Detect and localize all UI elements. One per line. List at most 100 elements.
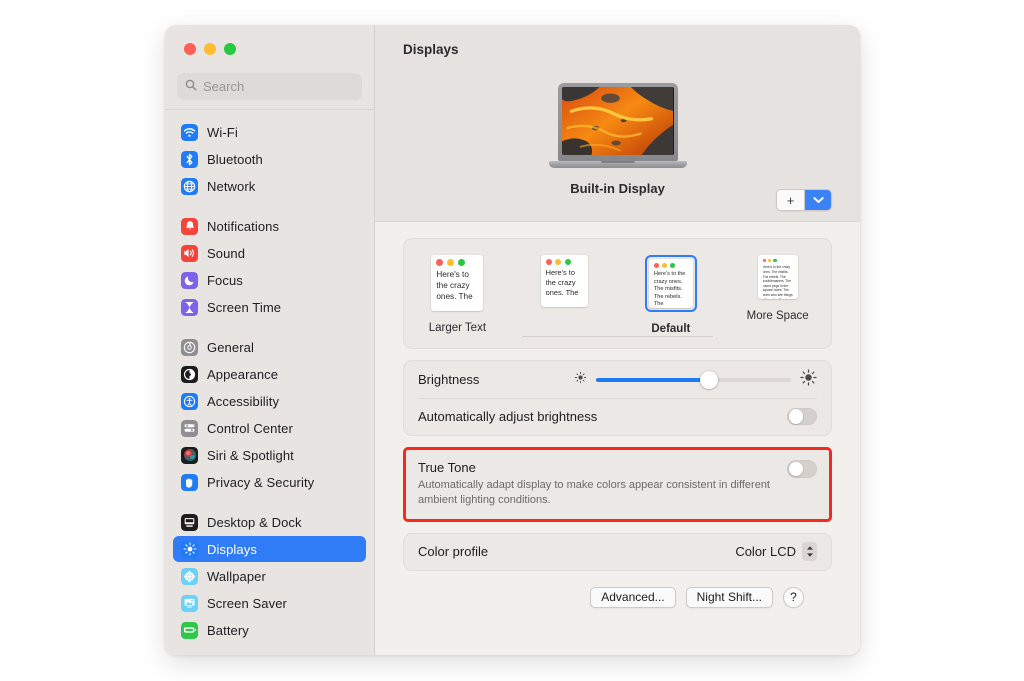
sidebar-item-siri-spotlight[interactable]: Siri & Spotlight: [173, 442, 366, 468]
wallpaper-flower-icon: [181, 567, 198, 585]
sidebar-item-network[interactable]: Network: [173, 173, 366, 199]
wifi-icon: [181, 123, 198, 141]
sidebar-item-label: General: [207, 339, 254, 355]
preview-line: The rebels.: [653, 293, 682, 300]
preview-line: the crazy: [545, 278, 576, 287]
add-display-segmented-control[interactable]: +: [776, 189, 832, 211]
sidebar-item-label: Wallpaper: [207, 568, 266, 584]
night-shift-button[interactable]: Night Shift...: [685, 586, 773, 608]
sidebar-item-label: Wi-Fi: [207, 124, 238, 140]
sidebar-item-label: Bluetooth: [207, 151, 263, 167]
sidebar-item-label: Network: [207, 178, 256, 194]
siri-orb-icon: [181, 446, 198, 464]
brightness-slider-fill: [596, 377, 710, 382]
sidebar-group-1: Notifications Sound Focus Screen Time: [173, 213, 366, 320]
sidebar-item-general[interactable]: General: [173, 334, 366, 360]
sidebar-item-label: Siri & Spotlight: [207, 447, 294, 463]
sidebar-item-focus[interactable]: Focus: [173, 267, 366, 293]
resolution-option-unlabeled-1[interactable]: Here's to the crazy ones. The: [518, 255, 610, 318]
true-tone-description: Automatically adapt display to make colo…: [418, 479, 770, 506]
preview-line: Here's to the: [653, 271, 686, 277]
display-header: Displays Built-in Display +: [375, 25, 860, 222]
preview-dot: [458, 259, 466, 266]
sidebar-item-desktop-dock[interactable]: Desktop & Dock: [173, 509, 366, 535]
resolution-preview-text: Here's to the crazy ones. The misfits. The…: [758, 265, 798, 299]
resolution-preview-text: Here's to the crazy ones. The misfits. The …: [649, 271, 693, 308]
sidebar-item-label: Displays: [207, 541, 257, 557]
sidebar-item-battery[interactable]: Battery: [173, 617, 366, 643]
true-tone-row: True Tone Automatically adapt display to…: [406, 450, 829, 519]
sidebar-group-2: General Appearance Accessibility Control Ce…: [173, 334, 366, 495]
resolution-option-more-space[interactable]: Here's to the crazy ones. The misfits. The…: [732, 255, 824, 322]
true-tone-toggle[interactable]: [787, 460, 817, 478]
resolution-thumbnail-frame: Here's to the crazy ones. The: [431, 255, 484, 311]
resolution-preview-text: Here's to the crazy ones. The: [541, 268, 588, 302]
sidebar-item-privacy-security[interactable]: Privacy & Security: [173, 469, 366, 495]
brightness-slider[interactable]: [596, 370, 791, 389]
system-settings-window: Search Wi-Fi Bluetooth Network Notification…: [165, 25, 860, 655]
preview-line: ones. The: [436, 292, 473, 301]
search-icon: [185, 79, 197, 94]
resolution-options: Here's to the crazy ones. The Larger Text He…: [404, 255, 831, 335]
sidebar-item-displays[interactable]: Displays: [173, 536, 366, 562]
sidebar-item-screen-saver[interactable]: Screen Saver: [173, 590, 366, 616]
minimize-window-button[interactable]: [204, 43, 216, 55]
sidebar-item-label: Privacy & Security: [207, 474, 315, 490]
desktop-dock-icon: [181, 513, 198, 531]
resolution-card: Here's to the crazy ones. The Larger Text He…: [403, 238, 832, 349]
macbook-lid: [557, 83, 678, 161]
sidebar-item-wi-fi[interactable]: Wi-Fi: [173, 119, 366, 145]
search-input[interactable]: Search: [177, 73, 362, 100]
preview-line: The: [653, 301, 664, 308]
preview-line: crazy ones.: [653, 278, 683, 285]
chevron-down-icon[interactable]: [804, 190, 831, 210]
sidebar-item-label: Focus: [207, 272, 243, 288]
traffic-lights: [165, 25, 374, 73]
close-window-button[interactable]: [184, 43, 196, 55]
advanced-button[interactable]: Advanced...: [590, 586, 676, 608]
preview-line: differently. They're: [763, 298, 793, 299]
preview-line: ones who see things: [762, 292, 793, 297]
sidebar-item-bluetooth[interactable]: Bluetooth: [173, 146, 366, 172]
preview-dot: [555, 259, 562, 265]
add-display-button[interactable]: +: [777, 190, 804, 210]
true-tone-card: True Tone Automatically adapt display to…: [403, 447, 832, 522]
brightness-slider-knob[interactable]: [700, 370, 719, 389]
preview-line: Here's to: [436, 270, 469, 279]
preview-line: ones. The: [545, 288, 579, 297]
resolution-option-larger-text[interactable]: Here's to the crazy ones. The Larger Text: [411, 255, 503, 334]
preview-traffic-lights: [541, 255, 588, 268]
sidebar-item-label: Accessibility: [207, 393, 280, 409]
auto-brightness-row: Automatically adjust brightness: [404, 398, 831, 435]
preview-dot: [653, 263, 659, 268]
sidebar-item-sound[interactable]: Sound: [173, 240, 366, 266]
bell-icon: [181, 217, 198, 235]
sidebar-item-control-center[interactable]: Control Center: [173, 415, 366, 441]
zoom-window-button[interactable]: [224, 43, 236, 55]
sidebar-item-wallpaper[interactable]: Wallpaper: [173, 563, 366, 589]
preview-dot: [661, 263, 667, 268]
battery-icon: [181, 621, 198, 639]
brightness-label: Brightness: [418, 372, 480, 387]
auto-brightness-toggle[interactable]: [787, 407, 817, 426]
sidebar: Search Wi-Fi Bluetooth Network Notification…: [165, 25, 375, 655]
up-down-stepper-icon[interactable]: [802, 542, 817, 562]
sidebar-item-label: Appearance: [207, 366, 279, 382]
display-name-label: Built-in Display: [570, 181, 665, 196]
help-button[interactable]: ?: [783, 586, 804, 608]
appearance-contrast-icon: [181, 365, 198, 383]
sidebar-item-screen-time[interactable]: Screen Time: [173, 294, 366, 320]
sidebar-item-notifications[interactable]: Notifications: [173, 213, 366, 239]
resolution-option-default[interactable]: Here's to the crazy ones. The misfits. The …: [625, 255, 717, 335]
brightness-card: Brightness Automatically adjust brightne…: [403, 360, 832, 436]
color-profile-value: Color LCD: [735, 544, 796, 560]
color-profile-row[interactable]: Color profile Color LCD: [404, 534, 831, 570]
sidebar-item-appearance[interactable]: Appearance: [173, 361, 366, 387]
resolution-option-label: Default: [651, 323, 691, 335]
control-center-icon: [181, 419, 198, 437]
sidebar-item-label: Notifications: [207, 218, 280, 234]
built-in-display-card[interactable]: Built-in Display: [375, 83, 860, 196]
preview-dot: [773, 259, 777, 263]
sidebar-item-accessibility[interactable]: Accessibility: [173, 388, 366, 414]
preview-traffic-lights: [649, 259, 693, 271]
